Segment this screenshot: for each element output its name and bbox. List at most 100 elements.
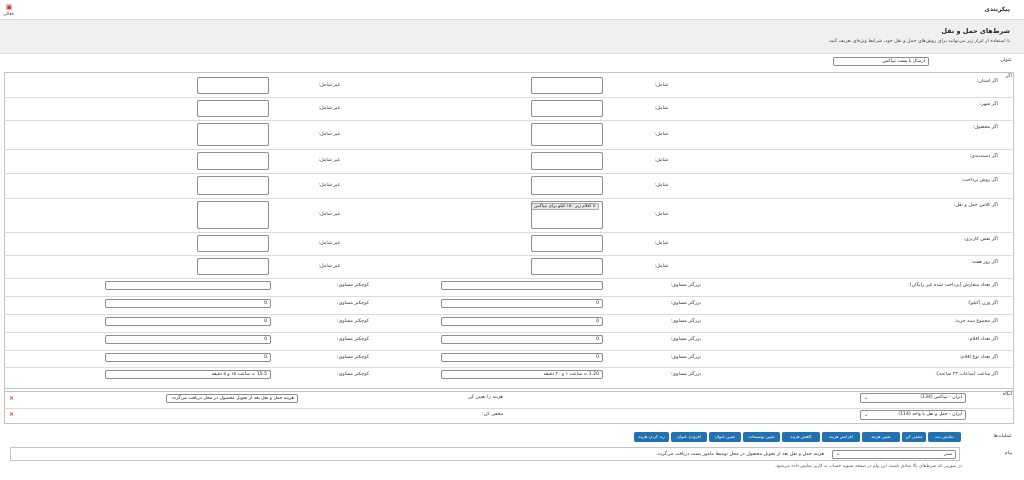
include-input[interactable] [531,77,603,94]
then-select-2-value: ایران - حمل و نقل با واحد (114) [898,412,962,417]
max-label: کوچکتر مساوی: [337,283,369,288]
action-button[interactable]: تعیین عنوان [709,432,741,442]
rules-panel: عنوان ارسال با پست تیپاکس اگر آنگاه × هز… [0,53,1024,480]
min-label: بزرگتر مساوی: [670,319,701,324]
max-label: کوچکتر مساوی: [337,337,369,342]
condition-divider [4,120,1014,121]
max-input[interactable]: 0 [105,317,271,326]
exclude-label: غیر شامل: [318,264,340,269]
remove-then-row-2[interactable]: × [9,411,14,418]
message-color-value: سبز [944,452,952,457]
max-label: کوچکتر مساوی: [337,319,369,324]
condition-label: اگر روش پرداخت: [961,178,998,183]
exclude-input[interactable] [197,152,269,170]
range-divider [4,296,1014,297]
section-heading: شرط‌های حمل و نقل [941,27,1010,35]
min-label: بزرگتر مساوی: [670,301,701,306]
top-bar: پیکربندی ▣ فعالی [0,0,1024,20]
condition-divider [4,149,1014,150]
exclude-input[interactable] [197,100,269,117]
range-label: اگر وزن (کیلو): [967,301,998,306]
max-input[interactable]: 0 [105,353,271,362]
exclude-input[interactable] [197,123,269,146]
include-input[interactable] [531,235,603,252]
include-input[interactable] [531,123,603,146]
include-label: شامل: [654,212,668,217]
chevron-down-icon: ⌄ [864,412,869,418]
max-label: کوچکتر مساوی: [337,301,369,306]
user-label[interactable]: فعالی [3,12,14,17]
condition-label: اگر کلاس حمل و نقل: [953,203,998,208]
range-divider [4,278,1014,279]
max-input[interactable]: 0 [105,299,271,308]
condition-divider [4,255,1014,256]
range-label: اگر تعداد نوع اقلام: [959,355,998,360]
include-label: شامل: [654,132,668,137]
range-label: اگر تعداد اقلام: [967,337,998,342]
action-button[interactable]: کاهش هزینه [782,432,820,442]
message-color-select[interactable]: سبز ⌄ [832,450,956,459]
max-input[interactable] [105,281,271,290]
max-input[interactable]: 15.5 = ساعت ۱۵ و ۵ دقیقه [105,370,271,379]
then-select-1[interactable]: ایران - تیپاکس (134) ⌄ [860,393,966,403]
exclude-input[interactable] [197,176,269,195]
chevron-down-icon: ⌄ [836,451,841,457]
condition-divider [4,198,1014,199]
title-input[interactable]: ارسال با پست تیپاکس [833,57,929,66]
range-label: اگر ساعت (ساعات ۲۴ ساعته): [935,372,998,377]
then-select-2[interactable]: ایران - حمل و نقل با واحد (114) ⌄ [860,410,966,420]
page-title: پیکربندی [984,6,1010,13]
condition-label: اگر محصول: [972,125,998,130]
actions-label: عملیات‌ها [993,434,1012,439]
max-input[interactable]: 0 [105,335,271,344]
include-label: شامل: [654,106,668,111]
include-label: شامل: [654,264,668,269]
include-input[interactable]: × اقلام زیر ۱۵۰ کیلو برای تیپاکس [531,201,603,229]
min-input[interactable]: 0 [441,299,603,308]
min-input[interactable]: 0 [441,317,603,326]
title-label: عنوان [1000,58,1012,63]
action-button[interactable]: افزایش هزینه [822,432,860,442]
action-button[interactable]: نمایش بده [928,432,961,442]
condition-label: اگر روز هفته: [971,260,998,265]
min-input[interactable]: 0 [441,353,603,362]
exclude-label: غیر شامل: [318,83,340,88]
exclude-input[interactable] [197,235,269,252]
min-input[interactable] [441,281,603,290]
action-button[interactable]: تعیین توضیحات [743,432,780,442]
then-action-1: هزینه را تعیین کن [468,395,503,400]
exclude-input[interactable] [197,258,269,275]
include-input[interactable] [531,176,603,195]
include-input[interactable] [531,152,603,170]
include-input[interactable] [531,258,603,275]
then-divider [4,408,1014,409]
include-label: شامل: [654,241,668,246]
range-divider [4,332,1014,333]
include-label: شامل: [654,83,668,88]
message-label: پیام [1004,451,1012,456]
exclude-input[interactable] [197,77,269,94]
then-value-1[interactable]: هزینه حمل و نقل بعد از تحویل محصول در مح… [166,394,298,403]
chevron-down-icon: ⌄ [864,395,869,401]
remove-then-row-1[interactable]: × [9,395,14,402]
action-button[interactable]: تعیین هزینه [862,432,900,442]
action-button[interactable]: مخفی کن [902,432,926,442]
condition-label: اگر شهر: [979,102,998,107]
max-label: کوچکتر مساوی: [337,372,369,377]
include-label: شامل: [654,158,668,163]
exclude-label: غیر شامل: [318,183,340,188]
class-tag[interactable]: × اقلام زیر ۱۵۰ کیلو برای تیپاکس [532,203,599,210]
exclude-label: غیر شامل: [318,132,340,137]
range-divider [4,350,1014,351]
action-button[interactable]: افزودن عنوان [671,432,707,442]
include-input[interactable] [531,100,603,117]
condition-label: اگر نقش کاربری: [963,237,998,242]
min-input[interactable]: 1.20 = ساعت ۱ و ۲۰ دقیقه [441,370,603,379]
condition-divider [4,232,1014,233]
user-icon[interactable]: ▣ [5,3,13,11]
exclude-input[interactable] [197,201,269,229]
min-input[interactable]: 0 [441,335,603,344]
range-label: اگر مجموع سبد خرید: [954,319,998,324]
message-text[interactable]: هزینه حمل و نقل بعد از تحویل محصول در مح… [656,452,824,457]
action-button[interactable]: رند کردن هزینه [634,432,669,442]
